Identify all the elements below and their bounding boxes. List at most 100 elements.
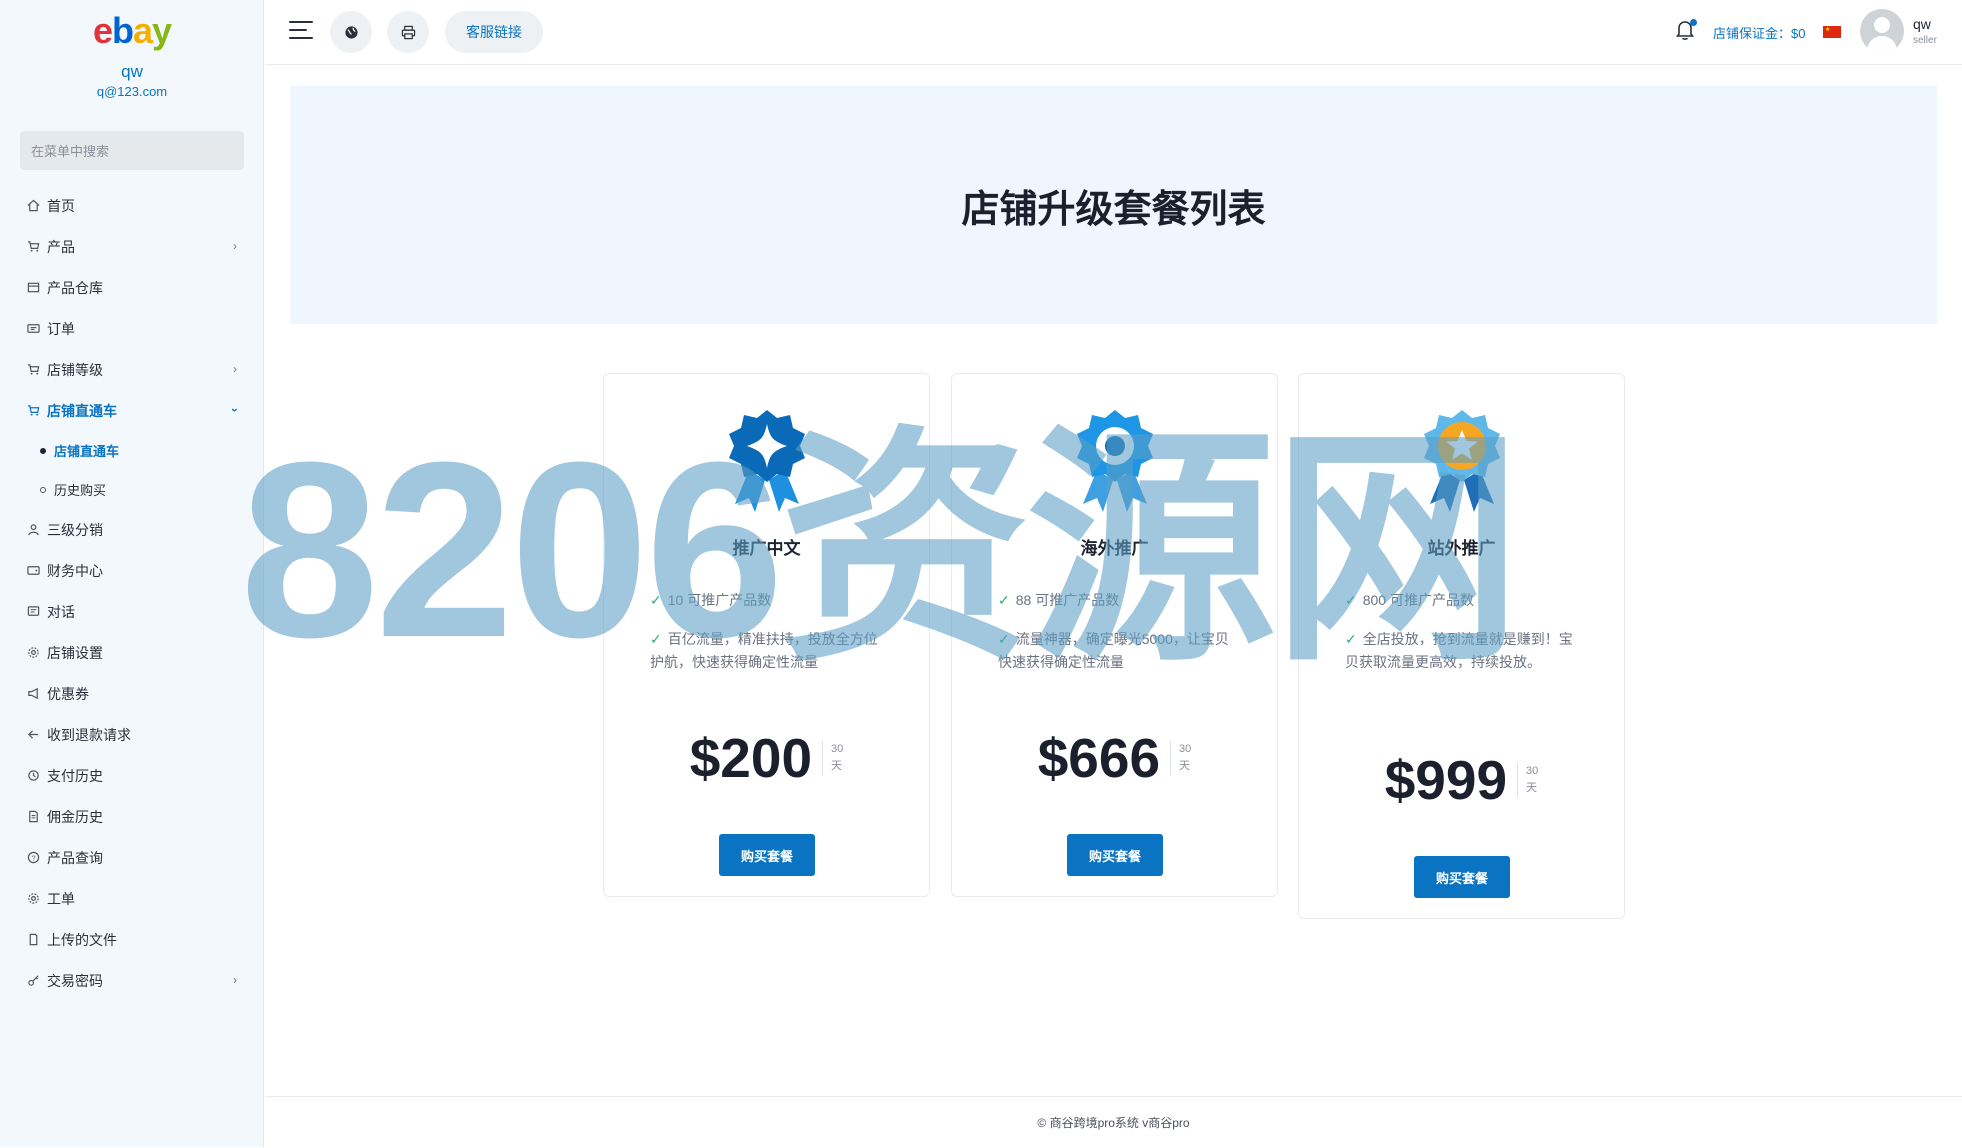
plan-card: 推广中文 ✓ 10 可推广产品数 ✓ 百亿流量，精准扶持，投放全方位护航，快速获得确… xyxy=(603,373,930,897)
history-icon xyxy=(26,769,40,783)
sidebar-item-distribution[interactable]: 三级分销 xyxy=(0,509,264,550)
sidebar-item-warehouse[interactable]: 产品仓库 xyxy=(0,267,264,308)
period-unit: 天 xyxy=(1526,782,1538,794)
buy-plan-button[interactable]: 购买套餐 xyxy=(1067,834,1163,876)
logo-letter-b: b xyxy=(111,10,134,51)
sidebar-item-shop-settings[interactable]: 店铺设置 xyxy=(0,632,264,673)
sidebar-item-label: 店铺直通车 xyxy=(47,402,117,419)
gear-icon xyxy=(26,892,40,906)
check-icon: ✓ xyxy=(998,631,1010,647)
sidebar-subitem-label: 店铺直通车 xyxy=(54,444,120,459)
plan-card: 海外推广 ✓ 88 可推广产品数 ✓ 流量神器，确定曝光5000，让宝贝快速获得确定… xyxy=(951,373,1278,897)
diamond-medal-icon xyxy=(729,410,805,512)
china-flag-icon[interactable]: ★ xyxy=(1823,26,1841,38)
sidebar-item-shop-express[interactable]: 店铺直通车 › xyxy=(0,390,264,431)
sidebar-item-refunds[interactable]: 收到退款请求 xyxy=(0,714,264,755)
page-title: 店铺升级套餐列表 xyxy=(961,188,1266,231)
top-bar: 客服链接 店铺保证金：$0 ★ qw seller xyxy=(265,0,1962,65)
megaphone-icon xyxy=(26,687,40,701)
period-unit: 天 xyxy=(1179,760,1191,772)
sidebar-item-label: 交易密码 xyxy=(47,972,103,989)
sidebar-item-products[interactable]: 产品 › xyxy=(0,226,264,267)
cart-icon xyxy=(26,363,40,377)
chevron-right-icon: › xyxy=(233,973,237,987)
plan-title: 站外推广 xyxy=(1427,539,1496,558)
cart-icon xyxy=(26,404,40,418)
bullet-icon xyxy=(40,447,46,454)
check-icon: ✓ xyxy=(1345,592,1357,608)
plan-card: 站外推广 ✓ 800 可推广产品数 ✓ 全店投放，抢到流量就是赚到！宝贝获取流量更高… xyxy=(1298,373,1625,919)
user-icon xyxy=(26,523,40,537)
price-period: 30 天 xyxy=(822,741,843,775)
sidebar-user-name: qw xyxy=(121,62,143,81)
cart-icon xyxy=(26,240,40,254)
sidebar-item-commission[interactable]: 佣金历史 xyxy=(0,796,264,837)
plan-title: 海外推广 xyxy=(1080,539,1149,558)
chevron-right-icon: › xyxy=(233,362,237,376)
sidebar-item-uploads[interactable]: 上传的文件 xyxy=(0,919,264,960)
support-link-button[interactable]: 客服链接 xyxy=(445,11,543,53)
sidebar-item-label: 三级分销 xyxy=(47,521,103,538)
ticket-icon xyxy=(26,322,40,336)
chevron-down-icon: › xyxy=(228,408,242,412)
sidebar-item-label: 优惠券 xyxy=(47,685,89,702)
check-icon: ✓ xyxy=(650,592,662,608)
sidebar-item-chat[interactable]: 对话 xyxy=(0,591,264,632)
footer-copyright: © 商谷跨境pro系统 v商谷pro xyxy=(1037,1116,1190,1130)
sidebar-item-coupons[interactable]: 优惠券 xyxy=(0,673,264,714)
sidebar-item-orders[interactable]: 订单 xyxy=(0,308,264,349)
price-amount: $666 xyxy=(1037,727,1161,789)
globe-icon[interactable] xyxy=(330,11,372,53)
sidebar-item-label: 首页 xyxy=(47,197,75,214)
sidebar-item-label: 产品仓库 xyxy=(47,279,103,296)
sidebar-item-label: 上传的文件 xyxy=(47,931,117,948)
sidebar-item-label: 收到退款请求 xyxy=(47,726,131,743)
price-amount: $200 xyxy=(689,727,813,789)
sidebar-item-payment-history[interactable]: 支付历史 xyxy=(0,755,264,796)
sidebar-item-label: 店铺设置 xyxy=(47,644,103,661)
sidebar-item-tickets[interactable]: 工单 xyxy=(0,878,264,919)
ebay-logo[interactable]: ebay xyxy=(0,10,264,52)
sidebar-item-product-query[interactable]: ? 产品查询 xyxy=(0,837,264,878)
question-icon: ? xyxy=(26,851,40,865)
sidebar-item-label: 佣金历史 xyxy=(47,808,103,825)
svg-text:?: ? xyxy=(31,853,35,862)
buy-plan-button[interactable]: 购买套餐 xyxy=(1414,856,1510,898)
period-number: 30 xyxy=(1179,743,1192,755)
period-number: 30 xyxy=(1526,765,1539,777)
sidebar-item-home[interactable]: 首页 xyxy=(0,185,264,226)
plan-price: $666 30 天 xyxy=(952,726,1277,790)
sidebar-user-email: q@123.com xyxy=(96,84,168,99)
shop-deposit[interactable]: 店铺保证金：$0 xyxy=(1713,23,1805,42)
sidebar-item-finance[interactable]: 财务中心 xyxy=(0,550,264,591)
check-icon: ✓ xyxy=(998,592,1010,608)
printer-icon[interactable] xyxy=(387,11,429,53)
sidebar-subitem-history[interactable]: 历史购买 xyxy=(0,470,264,509)
sidebar-item-label: 订单 xyxy=(47,320,75,337)
feature-text: 流量神器，确定曝光5000，让宝贝快速获得确定性流量 xyxy=(998,631,1229,670)
file-icon xyxy=(26,933,40,947)
price-period: 30 天 xyxy=(1170,741,1191,775)
buy-plan-button[interactable]: 购买套餐 xyxy=(719,834,815,876)
avatar[interactable] xyxy=(1860,9,1904,53)
sidebar-item-label: 店铺等级 xyxy=(47,361,103,378)
sidebar-item-label: 产品 xyxy=(47,238,75,255)
menu-icon[interactable] xyxy=(289,21,313,41)
topbar-user-name[interactable]: qw xyxy=(1913,16,1931,32)
ring-medal-icon xyxy=(1077,410,1153,512)
footer: © 商谷跨境pro系统 v商谷pro xyxy=(265,1096,1962,1148)
check-icon: ✓ xyxy=(650,631,662,647)
key-icon xyxy=(26,974,40,988)
plan-feature: ✓ 88 可推广产品数 xyxy=(998,589,1238,612)
bell-icon[interactable] xyxy=(1675,19,1697,43)
sidebar-item-shop-level[interactable]: 店铺等级 › xyxy=(0,349,264,390)
menu-search-input[interactable]: 在菜单中搜索 xyxy=(20,131,244,170)
sidebar-item-trade-password[interactable]: 交易密码 › xyxy=(0,960,264,1001)
sidebar-subitem-shop-express[interactable]: 店铺直通车 xyxy=(0,431,264,470)
period-unit: 天 xyxy=(831,760,843,772)
plan-feature: ✓ 全店投放，抢到流量就是赚到！宝贝获取流量更高效，持续投放。 xyxy=(1345,628,1585,674)
star-medal-icon xyxy=(1424,410,1500,512)
home-icon xyxy=(26,199,40,213)
sidebar-item-label: 工单 xyxy=(47,890,75,907)
feature-text: 10 可推广产品数 xyxy=(667,592,772,608)
